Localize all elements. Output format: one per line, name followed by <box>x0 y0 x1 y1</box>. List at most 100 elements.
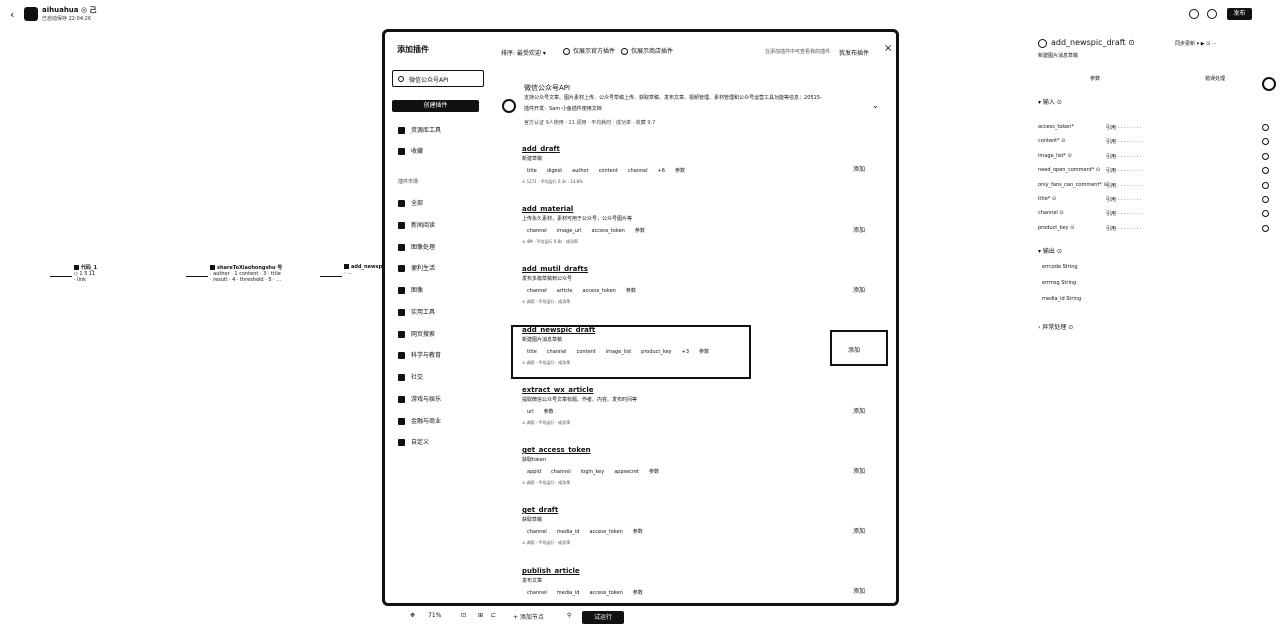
layout-icon[interactable]: ⊞ <box>478 612 483 619</box>
plugin-tool-item[interactable]: publish_article 发布文章 channel media_id acce… <box>522 567 752 596</box>
add-button[interactable]: 添加 <box>853 406 865 415</box>
input-param-value[interactable]: 引用 · · · · · · · · <box>1106 167 1141 174</box>
debug-icon[interactable]: ⚲ <box>567 612 571 619</box>
image-icon <box>398 244 405 251</box>
chevron-down-icon[interactable]: ⌄ <box>872 101 879 110</box>
gear-icon[interactable] <box>1262 153 1269 160</box>
edge-connector <box>186 276 208 277</box>
official-only-checkbox[interactable]: 仅展示官方插件 <box>563 46 615 55</box>
input-param-value[interactable]: 引用 · · · · · · · · <box>1106 138 1141 145</box>
gear-icon[interactable] <box>1262 210 1269 217</box>
publish-button[interactable]: 发布 <box>1227 8 1252 20</box>
search-input[interactable]: 微信公众号API <box>392 70 484 87</box>
education-icon <box>398 352 405 359</box>
minimap-icon[interactable]: ⊡ <box>461 612 466 619</box>
input-param-value[interactable]: 引用 · · · · · · · · <box>1106 153 1141 160</box>
add-button[interactable]: 添加 <box>853 164 865 173</box>
add-button[interactable]: 添加 <box>853 526 865 535</box>
workflow-node-share[interactable]: shareToXiaohongshu 号 · author · 1 conten… <box>210 264 282 283</box>
gear-icon[interactable] <box>1262 196 1269 203</box>
category-finance[interactable]: 金融与商业 <box>398 416 441 425</box>
sort-dropdown[interactable]: 排序: 最受欢迎 ▾ <box>501 48 546 57</box>
sidebar-item-favorites[interactable]: 收藏 <box>398 146 423 155</box>
category-tools[interactable]: 实用工具 <box>398 307 435 316</box>
param-list: channel media_id access_token 参数 <box>527 529 643 535</box>
publish-plugin-link[interactable]: 我发布插件 <box>839 48 869 57</box>
plugin-tool-item[interactable]: add_material 上传永久素材，素材可用于公众号，公众号图片等 chan… <box>522 205 752 245</box>
input-param-value[interactable]: 引用 · · · · · · · · <box>1106 182 1141 189</box>
input-param-name: title* ⊙ <box>1038 196 1057 202</box>
add-button[interactable]: 添加 <box>853 285 865 294</box>
help-icon[interactable] <box>1262 77 1276 91</box>
tab-params[interactable]: 参数 <box>1090 75 1100 82</box>
add-button[interactable]: 添加 <box>853 225 865 234</box>
star-icon <box>398 148 405 155</box>
plugin-tool-item[interactable]: add_mutil_drafts 发布多篇草稿到公众号 channel artic… <box>522 265 752 305</box>
add-button[interactable]: 添加 <box>848 345 860 354</box>
zoom-level[interactable]: 71% <box>428 612 441 619</box>
gear-icon[interactable] <box>1262 138 1269 145</box>
settings-icon[interactable] <box>1189 9 1199 19</box>
plugin-icon <box>1038 39 1047 48</box>
node-description: 新建图片消息草稿 <box>1038 53 1079 59</box>
plugin-stats: 官方认证 9人使用 · 11 调用 · 平均耗时 · 成功率 · 收藏 9.7 <box>524 120 656 126</box>
test-run-button[interactable]: 试运行 <box>582 611 624 624</box>
tool-icon <box>398 309 405 316</box>
comment-icon[interactable]: ⊏ <box>491 612 496 619</box>
gear-icon[interactable] <box>1262 167 1269 174</box>
close-icon[interactable]: × <box>884 43 892 54</box>
input-section-header[interactable]: ▾ 输入 ⊙ <box>1038 97 1062 106</box>
add-button[interactable]: 添加 <box>853 466 865 475</box>
add-node-button[interactable]: + 添加节点 <box>513 612 544 621</box>
create-plugin-button[interactable]: 创建插件 <box>392 100 479 112</box>
output-section-header[interactable]: ▾ 输出 ⊙ <box>1038 246 1062 255</box>
category-web-search[interactable]: 网页搜索 <box>398 329 435 338</box>
add-button[interactable]: 添加 <box>853 586 865 595</box>
node-actions[interactable]: 同步更新 ▾ ▶ ⊙ ⋯ <box>1175 40 1217 47</box>
input-param-value[interactable]: 引用 · · · · · · · · <box>1106 124 1141 131</box>
plugin-tool-item[interactable]: get_access_token 获取token appid channel log… <box>522 446 752 486</box>
back-icon[interactable]: ‹ <box>10 8 14 21</box>
category-custom[interactable]: 自定义 <box>398 437 429 446</box>
my-plugins-link[interactable]: 在添加插件中可查看我的插件 <box>765 48 830 55</box>
autosave-status: 已自动保存 22:04:26 <box>42 16 92 22</box>
search-icon <box>398 76 404 82</box>
tab-error-handling[interactable]: 错误处理 <box>1205 75 1225 82</box>
plugin-hero-card[interactable]: 微信公众号API 支持公众号文章、图片素材上传、公众号草稿上传、获取草稿、发布文… <box>502 79 879 131</box>
store-only-checkbox[interactable]: 仅展示商店插件 <box>621 46 673 55</box>
gear-icon[interactable] <box>1262 182 1269 189</box>
sidebar-item-library[interactable]: 资源库工具 <box>398 125 441 134</box>
category-image-processing[interactable]: 图像处理 <box>398 242 435 251</box>
plugin-name: 微信公众号API <box>524 84 571 92</box>
category-social[interactable]: 社交 <box>398 372 423 381</box>
history-icon[interactable] <box>1207 9 1217 19</box>
input-param-name: product_key ⊙ <box>1038 225 1075 231</box>
plugin-tool-item[interactable]: extract_wx_article 提取微信公众号文章标题、作者、内容、发布时… <box>522 386 752 426</box>
input-param-value[interactable]: 引用 · · · · · · · · <box>1106 196 1141 203</box>
gear-icon[interactable] <box>1262 124 1269 131</box>
output-param: errmsg String <box>1042 280 1077 286</box>
category-news[interactable]: 新闻阅读 <box>398 220 435 229</box>
category-life[interactable]: 便利生活 <box>398 263 435 272</box>
param-list: title channel content image_list product_key… <box>527 349 710 355</box>
workflow-node-code[interactable]: 代码_1 ◇ 1 5 11 · link <box>74 264 97 283</box>
dialog-title: 添加插件 <box>397 45 429 54</box>
radio-icon <box>563 48 570 55</box>
input-param-name: content* ⊙ <box>1038 138 1066 144</box>
plugin-tool-item[interactable]: get_draft 获取草稿 channel media_id access_tok… <box>522 506 752 546</box>
plugin-tool-item[interactable]: add_draft 新建草稿 title digest author content c… <box>522 145 752 185</box>
hand-tool-icon[interactable]: ✥ <box>410 612 415 619</box>
input-param-name: only_fans_can_comment* ⊙ <box>1038 182 1108 188</box>
plugin-author: 插件开发：Sam 小鱼插件使用文档 <box>524 106 602 112</box>
input-param-value[interactable]: 引用 · · · · · · · · <box>1106 225 1141 232</box>
input-param-value[interactable]: 引用 · · · · · · · · <box>1106 210 1141 217</box>
life-icon <box>398 265 405 272</box>
exception-section-header[interactable]: › 异常处理 ⊙ <box>1038 322 1073 331</box>
category-all[interactable]: 全部 <box>398 198 423 207</box>
category-games[interactable]: 游戏与娱乐 <box>398 394 441 403</box>
plugin-tool-item[interactable]: add_newspic_draft 新建图片消息草稿 title channel c… <box>522 326 752 366</box>
gear-icon[interactable] <box>1262 225 1269 232</box>
param-list: channel image_url access_token 参数 <box>527 228 645 234</box>
category-education[interactable]: 科学与教育 <box>398 350 441 359</box>
category-image[interactable]: 图像 <box>398 285 423 294</box>
